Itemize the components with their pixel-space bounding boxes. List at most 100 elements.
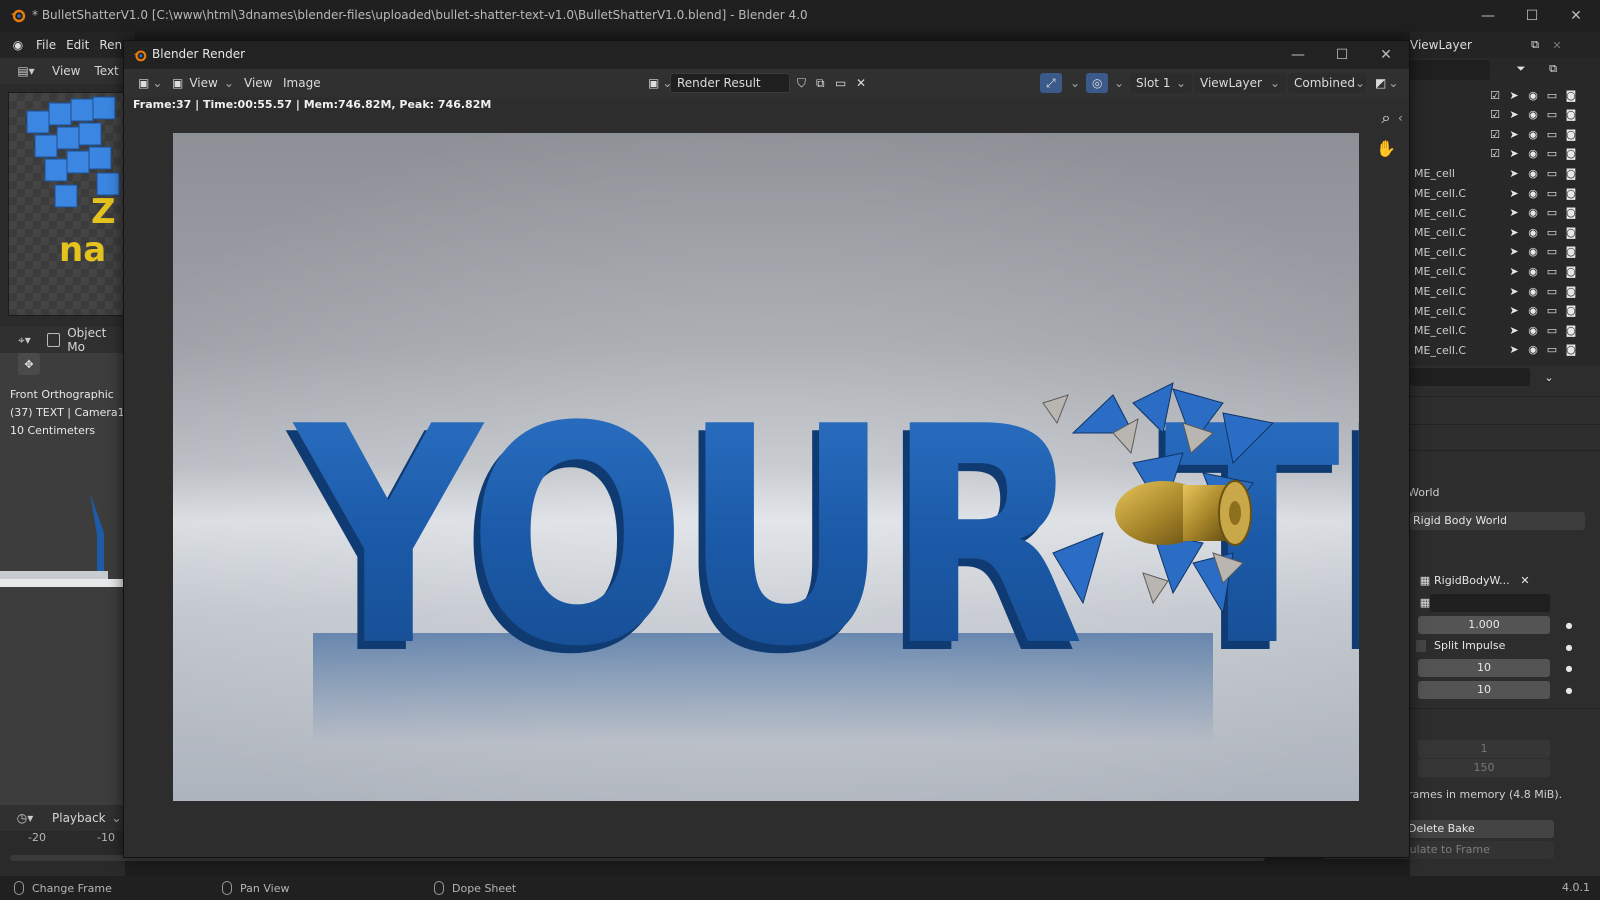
close-button[interactable]: ✕ [1556, 4, 1596, 28]
eye-icon[interactable]: ◉ [1526, 245, 1540, 259]
camera-icon[interactable]: ◙ [1564, 323, 1578, 337]
selectable-arrow-icon[interactable]: ➤ [1507, 127, 1521, 141]
checkbox-icon[interactable] [1488, 245, 1502, 259]
maximize-button[interactable]: ☐ [1512, 4, 1552, 28]
selectable-arrow-icon[interactable]: ➤ [1507, 88, 1521, 102]
solver-iterations-field[interactable]: 10 [1418, 681, 1550, 699]
eye-icon[interactable]: ◉ [1526, 147, 1540, 161]
monitor-icon[interactable]: ▭ [1545, 225, 1559, 239]
menu-text[interactable]: Text [94, 64, 118, 78]
menu-view[interactable]: View [52, 64, 80, 78]
eye-icon[interactable]: ◉ [1526, 127, 1540, 141]
editor-type-button[interactable]: ▣ ⌄ [132, 73, 168, 93]
sample-tool-icon[interactable]: ⤢ [1040, 73, 1062, 93]
pan-hand-icon[interactable]: ✋ [1373, 135, 1399, 161]
remove-viewlayer-icon[interactable]: ✕ [1550, 38, 1564, 52]
selectable-arrow-icon[interactable]: ➤ [1507, 186, 1521, 200]
monitor-icon[interactable]: ▭ [1545, 284, 1559, 298]
monitor-icon[interactable]: ▭ [1545, 343, 1559, 357]
outliner-row[interactable]: ☑ ➤ ◉ ▭ ◙ [1410, 86, 1600, 106]
menu-render[interactable]: Ren [99, 38, 122, 52]
menu-view[interactable]: View [238, 73, 278, 93]
chevron-down-icon[interactable]: ⌄ [1542, 370, 1556, 384]
new-image-icon[interactable]: ⧉ [810, 73, 831, 93]
render-minimize-button[interactable]: — [1278, 43, 1318, 67]
checkbox-icon[interactable] [1488, 225, 1502, 239]
viewlayer-name[interactable]: ViewLayer [1410, 38, 1472, 52]
selectable-arrow-icon[interactable]: ➤ [1507, 206, 1521, 220]
rigid-body-world-field[interactable]: Rigid Body World [1410, 512, 1585, 530]
viewlayer-dropdown[interactable]: ViewLayer ⌄ [1194, 73, 1286, 93]
checkbox-icon[interactable]: ☑ [1488, 127, 1502, 141]
playback-menu[interactable]: Playback [52, 811, 106, 825]
eye-icon[interactable]: ◉ [1526, 343, 1540, 357]
eye-icon[interactable]: ◉ [1526, 323, 1540, 337]
slot-dropdown[interactable]: Slot 1 ⌄ [1130, 73, 1192, 93]
new-collection-icon[interactable]: ⧉ [1546, 62, 1560, 76]
split-impulse-checkbox[interactable] [1416, 640, 1426, 652]
monitor-icon[interactable]: ▭ [1545, 127, 1559, 141]
camera-icon[interactable]: ◙ [1564, 225, 1578, 239]
editor-type-icon[interactable]: ▤▾ [14, 64, 38, 78]
delete-bake-button[interactable]: Delete Bake [1406, 820, 1554, 838]
render-close-button[interactable]: ✕ [1366, 43, 1406, 67]
minimize-button[interactable]: — [1468, 4, 1508, 28]
outliner-row[interactable]: ME_cell.C ➤ ◉ ▭ ◙ [1410, 204, 1600, 224]
camera-icon[interactable]: ◙ [1564, 304, 1578, 318]
view-mode-dropdown[interactable]: ▣ View ⌄ [166, 73, 240, 93]
keyframe-dot-icon[interactable]: ● [1562, 661, 1576, 675]
checkbox-icon[interactable] [1488, 186, 1502, 200]
checkbox-icon[interactable]: ☑ [1488, 108, 1502, 122]
monitor-icon[interactable]: ▭ [1545, 323, 1559, 337]
keyframe-dot-icon[interactable]: ● [1562, 618, 1576, 632]
outliner-row[interactable]: ME_cell.C ➤ ◉ ▭ ◙ [1410, 341, 1600, 361]
open-folder-icon[interactable]: ▭ [829, 73, 852, 93]
constraints-collection-field[interactable] [1430, 594, 1550, 612]
eye-icon[interactable]: ◉ [1526, 225, 1540, 239]
viewport-editor-icon[interactable]: ⌖▾ [12, 333, 37, 348]
menu-image[interactable]: Image [277, 73, 327, 93]
overlay-gizmo-icon[interactable]: ◎ [1086, 73, 1109, 93]
close-icon[interactable]: ✕ [1518, 573, 1532, 587]
checkbox-icon[interactable]: ☑ [1488, 88, 1502, 102]
camera-icon[interactable]: ◙ [1564, 147, 1578, 161]
cache-start-field[interactable]: 1 [1418, 740, 1550, 758]
outliner-row[interactable]: ME_cell.C ➤ ◉ ▭ ◙ [1410, 321, 1600, 341]
display-channels-icon[interactable]: ◩ ⌄ [1369, 73, 1404, 93]
eye-icon[interactable]: ◉ [1526, 304, 1540, 318]
outliner-row[interactable]: ☑ ➤ ◉ ▭ ◙ [1410, 125, 1600, 145]
outliner-row[interactable]: ME_cell.C ➤ ◉ ▭ ◙ [1410, 282, 1600, 302]
unlink-image-icon[interactable]: ✕ [850, 73, 872, 93]
camera-icon[interactable]: ◙ [1564, 264, 1578, 278]
camera-icon[interactable]: ◙ [1564, 88, 1578, 102]
monitor-icon[interactable]: ▭ [1545, 88, 1559, 102]
selectable-arrow-icon[interactable]: ➤ [1507, 323, 1521, 337]
transform-tool-icon[interactable]: ✥ [18, 353, 40, 375]
menu-file[interactable]: File [36, 38, 56, 52]
camera-icon[interactable]: ◙ [1564, 166, 1578, 180]
selectable-arrow-icon[interactable]: ➤ [1507, 166, 1521, 180]
checkbox-icon[interactable] [1488, 304, 1502, 318]
checkbox-icon[interactable] [1488, 166, 1502, 180]
checkbox-icon[interactable] [1488, 343, 1502, 357]
outliner-row[interactable]: ☑ ➤ ◉ ▭ ◙ [1410, 145, 1600, 165]
monitor-icon[interactable]: ▭ [1545, 304, 1559, 318]
monitor-icon[interactable]: ▭ [1545, 186, 1559, 200]
timeline-editor-icon[interactable]: ◷▾ [12, 811, 38, 825]
eye-icon[interactable]: ◉ [1526, 284, 1540, 298]
camera-icon[interactable]: ◙ [1564, 284, 1578, 298]
monitor-icon[interactable]: ▭ [1545, 206, 1559, 220]
camera-icon[interactable]: ◙ [1564, 206, 1578, 220]
outliner-search-input[interactable] [1410, 60, 1490, 80]
selectable-arrow-icon[interactable]: ➤ [1507, 284, 1521, 298]
eye-icon[interactable]: ◉ [1526, 264, 1540, 278]
filter-icon[interactable]: ⏷ [1514, 62, 1528, 76]
eye-icon[interactable]: ◉ [1526, 88, 1540, 102]
monitor-icon[interactable]: ▭ [1545, 245, 1559, 259]
monitor-icon[interactable]: ▭ [1545, 147, 1559, 161]
cache-end-field[interactable]: 150 [1418, 759, 1550, 777]
chevron-down-icon[interactable]: ⌄ [1108, 73, 1130, 93]
eye-icon[interactable]: ◉ [1526, 108, 1540, 122]
render-maximize-button[interactable]: ☐ [1322, 43, 1362, 67]
new-viewlayer-icon[interactable]: ⧉ [1528, 38, 1542, 52]
